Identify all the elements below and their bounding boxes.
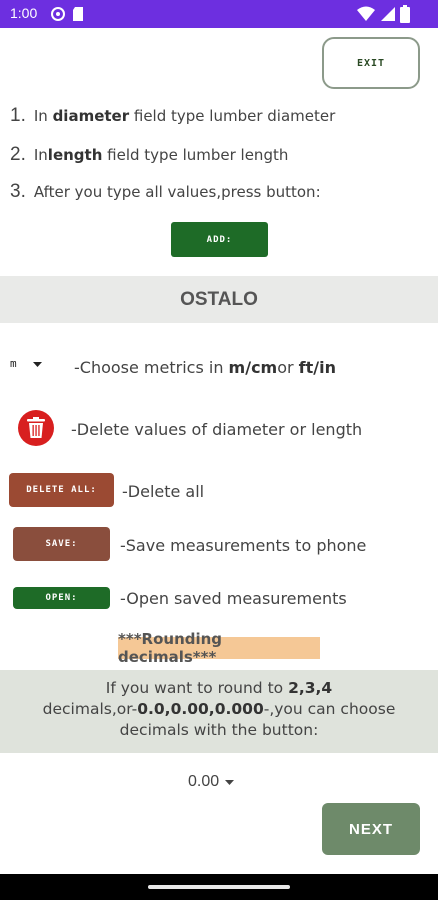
home-handle[interactable] [148,885,290,889]
info-line-2: decimals,or-0.0,0.00,0.000-,you can choo… [0,699,438,720]
step-2: 2. Inlength field type lumber length [10,144,288,166]
open-description: -Open saved measurements [120,589,347,608]
trash-icon[interactable] [18,410,54,446]
metric-value: m [10,357,17,370]
status-time: 1:00 [10,5,38,21]
exit-button[interactable]: EXIT [322,37,420,89]
delete-description: -Delete values of diameter or length [71,420,363,439]
status-bar: 1:00 [0,0,438,28]
info-text: decimals,or- [42,700,138,718]
info-bold: 0.0,0.00,0.000 [137,700,264,718]
step-text: In [33,107,53,125]
dropdown-arrow-icon [224,773,234,791]
step-text: field type lumber diameter [129,107,336,125]
step-text: field type lumber length [102,146,289,164]
rounding-title: ***Rounding decimals*** [118,630,320,666]
step-text: In [33,146,48,164]
metric-description: -Choose metrics in m/cmor ft/in [74,358,336,377]
step-number: 2. [10,144,26,165]
save-button[interactable]: SAVE: [13,527,110,561]
save-description: -Save measurements to phone [120,536,367,555]
step-3: 3. After you type all values,press button… [10,181,321,203]
wifi-icon [357,6,375,26]
desc-bold: ft/in [298,358,336,377]
step-1: 1. In diameter field type lumber diameter [10,105,335,127]
delete-all-button[interactable]: DELETE ALL: [9,473,114,507]
step-bold-text: length [47,146,103,164]
next-button[interactable]: NEXT [322,803,420,855]
section-title: OSTALO [180,288,258,310]
section-header: OSTALO [0,276,438,323]
step-text: After you type all values,press button: [33,183,321,201]
desc-text: -Choose metrics in [74,358,229,377]
step-number: 3. [10,181,26,202]
info-line-1: If you want to round to 2,3,4 [0,678,438,699]
info-bold: 2,3,4 [288,679,333,697]
open-button[interactable]: OPEN: [13,587,110,609]
info-line-3: decimals with the button: [119,721,319,739]
signal-icon [380,6,396,26]
metric-dropdown[interactable]: m [10,357,43,371]
step-number: 1. [10,105,26,126]
info-text: If you want to round to [105,679,289,697]
dropdown-arrow-icon [33,358,43,371]
delete-all-description: -Delete all [122,482,205,501]
step-bold-text: diameter [52,107,130,125]
desc-text: or [277,358,299,377]
decimal-dropdown[interactable]: 0.00 [188,773,234,791]
battery-icon [400,5,410,27]
add-button[interactable]: ADD: [171,222,268,257]
decimal-value: 0.00 [188,773,220,791]
desc-bold: m/cm [228,358,278,377]
settings-status-icon [50,6,66,26]
info-text: -,you can choose [263,700,396,718]
rounding-info: If you want to round to 2,3,4 decimals,o… [0,670,438,753]
navigation-bar [0,874,438,900]
sim-card-icon [72,6,84,26]
